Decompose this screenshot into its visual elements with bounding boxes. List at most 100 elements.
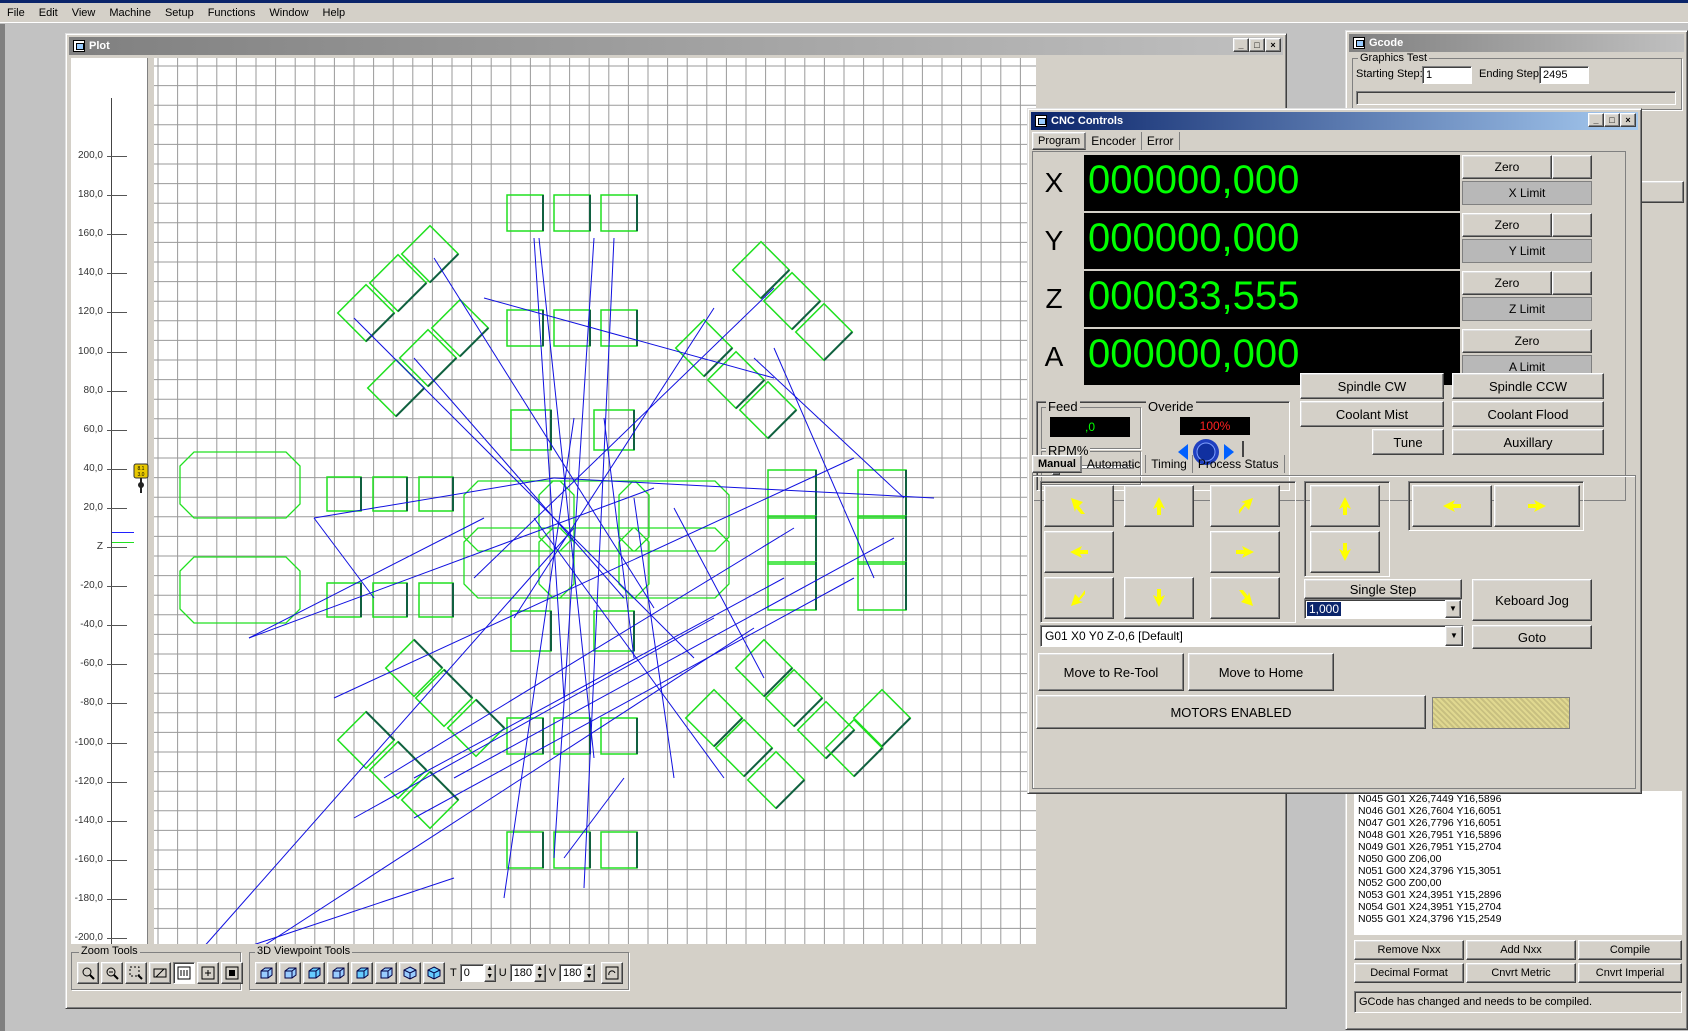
jog-up-left-icon[interactable] — [1044, 485, 1114, 527]
view-top-icon[interactable] — [351, 962, 373, 984]
tab-manual[interactable]: Manual — [1032, 455, 1082, 473]
v-input[interactable]: 180 — [559, 964, 584, 982]
goto-button[interactable]: Goto — [1472, 625, 1592, 649]
jog-z-down-icon[interactable] — [1310, 531, 1380, 573]
z-limit-button[interactable]: Z Limit — [1462, 297, 1592, 321]
view-front-icon[interactable] — [255, 962, 277, 984]
menu-file[interactable]: File — [0, 7, 32, 19]
menu-setup[interactable]: Setup — [158, 7, 201, 19]
view-iso-icon[interactable] — [399, 962, 421, 984]
view-right-icon[interactable] — [327, 962, 349, 984]
y-dro-display[interactable]: 000000,000 — [1084, 213, 1460, 269]
motors-enabled-button[interactable]: MOTORS ENABLED — [1036, 695, 1426, 729]
ruler-tick — [107, 195, 127, 197]
menu-help[interactable]: Help — [316, 7, 353, 19]
tab-encoder[interactable]: Encoder — [1086, 132, 1142, 150]
jog-down-left-icon[interactable] — [1044, 577, 1114, 619]
menu-machine[interactable]: Machine — [102, 7, 158, 19]
tune-button[interactable]: Tune — [1372, 429, 1444, 455]
zoom-center-icon[interactable] — [197, 962, 219, 984]
menu-view[interactable]: View — [65, 7, 103, 19]
zoom-extents-icon[interactable] — [149, 962, 171, 984]
a-zero-button[interactable]: Zero — [1462, 329, 1592, 353]
spindle-ccw-button[interactable]: Spindle CCW — [1452, 373, 1604, 399]
plot-titlebar[interactable]: Plot _ □ × — [69, 37, 1283, 55]
tab-process-status[interactable]: Process Status — [1193, 455, 1285, 473]
minimize-icon[interactable]: _ — [1233, 38, 1249, 52]
jog-z-up-icon[interactable] — [1310, 485, 1380, 527]
maximize-icon[interactable]: □ — [1604, 113, 1620, 127]
command-combo[interactable]: G01 X0 Y0 Z-0,6 [Default] ▼ — [1040, 625, 1464, 647]
t-spinner-icon[interactable]: ▲ ▼ — [483, 964, 496, 982]
chevron-down-icon[interactable]: ▼ — [1445, 600, 1461, 618]
u-input[interactable]: 180 — [509, 964, 534, 982]
single-step-button[interactable]: Single Step — [1304, 579, 1462, 599]
z-zero-button[interactable]: Zero — [1462, 271, 1552, 295]
reset-view-icon[interactable] — [601, 962, 624, 984]
jog-down-right-icon[interactable] — [1210, 577, 1280, 619]
view-back-icon[interactable] — [279, 962, 301, 984]
add-nxx-button[interactable]: Add Nxx — [1466, 940, 1576, 960]
close-icon[interactable]: × — [1620, 113, 1636, 127]
decimal-format-button[interactable]: Decimal Format — [1354, 963, 1464, 983]
y-limit-button[interactable]: Y Limit — [1462, 239, 1592, 263]
close-icon[interactable]: × — [1265, 38, 1281, 52]
zoom-fit-icon[interactable] — [221, 962, 243, 984]
u-spinner-icon[interactable]: ▲ ▼ — [533, 964, 546, 982]
coolant-flood-button[interactable]: Coolant Flood — [1452, 401, 1604, 427]
toolpath-square-edge — [763, 667, 793, 697]
jog-up-icon[interactable] — [1124, 485, 1194, 527]
zoom-in-icon[interactable] — [77, 962, 99, 984]
jog-up-right-icon[interactable] — [1210, 485, 1280, 527]
jog-right-icon[interactable] — [1210, 531, 1280, 573]
tab-error[interactable]: Error — [1142, 132, 1180, 150]
jog-left-icon[interactable] — [1044, 531, 1114, 573]
z-dro-display[interactable]: 000033,555 — [1084, 271, 1460, 327]
single-step-combo[interactable]: 1,000 ▼ — [1304, 599, 1462, 619]
zoom-out-icon[interactable] — [101, 962, 123, 984]
plot-canvas[interactable] — [154, 58, 1036, 985]
convert-imperial-button[interactable]: Cnvrt Imperial — [1578, 963, 1682, 983]
toolpath-square — [336, 710, 396, 770]
jog-down-icon[interactable] — [1124, 577, 1194, 619]
menu-edit[interactable]: Edit — [32, 7, 65, 19]
move-to-retool-button[interactable]: Move to Re-Tool — [1038, 653, 1184, 691]
jog-a-left-icon[interactable] — [1412, 485, 1492, 527]
keyboard-jog-button[interactable]: Keboard Jog — [1472, 579, 1592, 621]
cnc-titlebar[interactable]: CNC Controls _ □ × — [1031, 112, 1638, 130]
minimize-icon[interactable]: _ — [1588, 113, 1604, 127]
ending-step-input[interactable]: 2495 — [1539, 66, 1589, 84]
jog-a-right-icon[interactable] — [1494, 485, 1580, 527]
menu-window[interactable]: Window — [262, 7, 315, 19]
gcode-titlebar[interactable]: Gcode — [1349, 34, 1684, 52]
chevron-down-icon[interactable]: ▼ — [1445, 626, 1463, 646]
zoom-tool-buttons — [77, 962, 245, 984]
menu-functions[interactable]: Functions — [201, 7, 263, 19]
x-zero-button[interactable]: Zero — [1462, 155, 1552, 179]
tab-program[interactable]: Program — [1032, 132, 1087, 150]
coolant-mist-button[interactable]: Coolant Mist — [1300, 401, 1444, 427]
x-limit-button[interactable]: X Limit — [1462, 181, 1592, 205]
compile-button[interactable]: Compile — [1578, 940, 1682, 960]
y-zero-button[interactable]: Zero — [1462, 213, 1552, 237]
tab-timing[interactable]: Timing — [1146, 455, 1193, 473]
toolpath-square-edge — [823, 331, 853, 361]
remove-nxx-button[interactable]: Remove Nxx — [1354, 940, 1464, 960]
gcode-listing[interactable]: N045 G01 X26,7449 Y16,5896 N046 G01 X26,… — [1354, 791, 1682, 935]
zoom-window-icon[interactable] — [125, 962, 147, 984]
view-iso2-icon[interactable] — [423, 962, 445, 984]
move-to-home-button[interactable]: Move to Home — [1188, 653, 1334, 691]
view-left-icon[interactable] — [303, 962, 325, 984]
tab-automatic[interactable]: Automatic — [1082, 455, 1147, 473]
view-bottom-icon[interactable] — [375, 962, 397, 984]
convert-metric-button[interactable]: Cnvrt Metric — [1466, 963, 1576, 983]
starting-step-input[interactable]: 1 — [1422, 66, 1472, 84]
spindle-cw-button[interactable]: Spindle CW — [1300, 373, 1444, 399]
t-input[interactable]: 0 — [459, 964, 484, 982]
rapid-move-line — [193, 527, 575, 959]
v-spinner-icon[interactable]: ▲ ▼ — [583, 964, 596, 982]
maximize-icon[interactable]: □ — [1249, 38, 1265, 52]
x-dro-display[interactable]: 000000,000 — [1084, 155, 1460, 211]
auxillary-button[interactable]: Auxillary — [1452, 429, 1604, 455]
zoom-all-icon[interactable] — [173, 962, 195, 984]
